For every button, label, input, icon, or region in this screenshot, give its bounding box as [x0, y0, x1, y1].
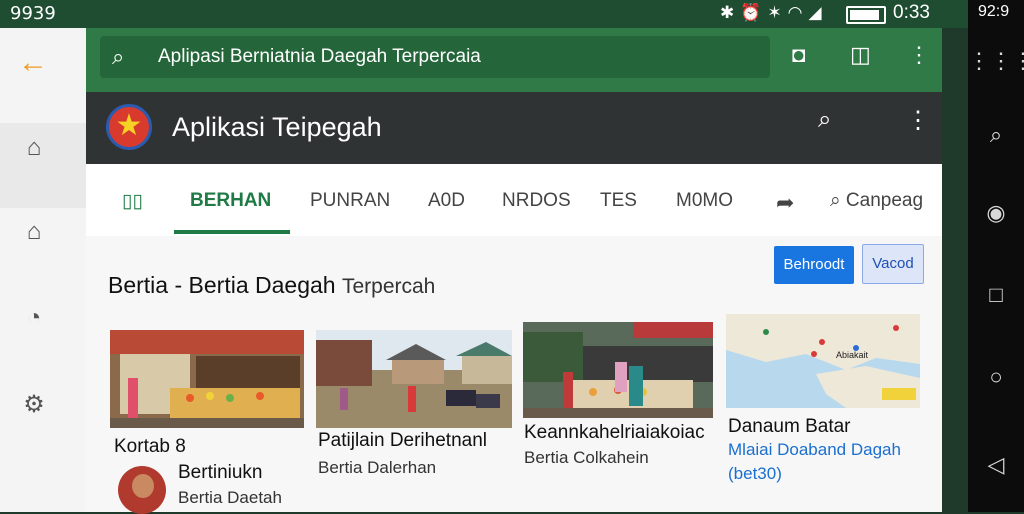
- record-icon[interactable]: ◉: [968, 200, 1024, 226]
- search-icon[interactable]: ⌕: [818, 106, 831, 134]
- card-1-extra: 8: [175, 436, 186, 457]
- search-icon[interactable]: ⌕: [968, 122, 1024, 148]
- market-vendor-photo: [523, 322, 713, 418]
- news-content: Bertia - Bertia Daegah Terpercah Behrood…: [86, 236, 942, 514]
- back-arrow-icon[interactable]: ←: [18, 46, 48, 80]
- primary-button[interactable]: Behroodt: [774, 246, 854, 284]
- right-panel-time: 92:9: [978, 3, 1010, 20]
- news-card-title-4[interactable]: Danaum Batar: [728, 416, 851, 438]
- news-card-text-3: Bertia Colkahein: [524, 448, 649, 467]
- home-icon[interactable]: ⌂: [18, 134, 50, 164]
- tab-tes[interactable]: TES: [600, 190, 637, 212]
- recents-square-icon[interactable]: □: [968, 282, 1024, 308]
- map-image: [726, 314, 920, 408]
- app-title: Aplikasi Teipegah: [172, 112, 382, 142]
- section-title-main: Bertia - Bertia Daegah: [108, 272, 336, 298]
- market-stall-photo: [110, 330, 304, 428]
- left-sidebar: ← ⌂ ⌂ ◔ ⚙: [0, 28, 86, 512]
- news-card-image-4[interactable]: Abiakait: [726, 314, 920, 408]
- tab-canpeag-label: Canpeag: [845, 190, 924, 211]
- news-card-title-2[interactable]: Patijlain Derihetnanl: [318, 430, 487, 452]
- news-card-extra-4: (bet30): [728, 464, 782, 483]
- news-card-text-1: Bertia Daetah: [178, 488, 282, 507]
- search-box[interactable]: ⌕ Aplipasi Berniatnia Daegah Terpercaia: [100, 36, 770, 78]
- bluetooth-icon: ✱: [720, 3, 741, 22]
- section-subtitle: Terpercah: [341, 275, 436, 298]
- battery-icon: [846, 6, 886, 24]
- village-street-photo: [316, 330, 512, 428]
- map-label: Abiakait: [836, 350, 869, 360]
- vibrate-icon: ✶: [767, 3, 788, 22]
- alarm-icon: ⏰: [740, 3, 768, 22]
- home-circle-icon[interactable]: ○: [968, 364, 1024, 390]
- house-icon[interactable]: ⌂: [18, 218, 50, 248]
- share-icon[interactable]: ➦: [776, 190, 794, 216]
- search-query[interactable]: Aplipasi Berniatnia Daegah Terpercaia: [158, 46, 481, 68]
- dashboard-icon[interactable]: ◔: [18, 304, 50, 334]
- news-card-text-4: Mlaiai Doaband Dagah: [728, 440, 901, 459]
- search-bar: ⌕ Aplipasi Berniatnia Daegah Terpercaia …: [86, 28, 942, 92]
- search-icon: ⌕: [830, 190, 846, 211]
- chat-icon[interactable]: ◫: [850, 42, 871, 68]
- news-card-title-3[interactable]: Keannkahelriaiakoiac: [524, 422, 705, 444]
- search-icon: ⌕: [112, 44, 125, 69]
- signal-icon: ◢: [808, 3, 828, 22]
- tab-a0d[interactable]: A0D: [428, 190, 465, 212]
- right-nav-panel: 92:9 ⋮⋮⋮ ⌕ ◉ □ ○ ◁: [968, 0, 1024, 512]
- tab-berhan[interactable]: BERHAN: [190, 190, 271, 212]
- battery-level: [850, 10, 879, 20]
- avatar-face: [132, 474, 154, 498]
- news-card-subtitle-1[interactable]: Bertiniukn: [178, 462, 263, 484]
- camera-icon[interactable]: ◘: [792, 42, 805, 68]
- wifi-icon: ◠: [787, 3, 809, 22]
- status-icons: ✱⏰✶◠◢: [720, 3, 828, 23]
- app-logo: ★: [106, 104, 152, 150]
- tab-canpeag-search[interactable]: ⌕ Canpeag: [830, 190, 923, 212]
- news-card-title-1[interactable]: Kortab 8: [114, 436, 186, 458]
- apps-grid-icon[interactable]: ⋮⋮⋮: [968, 48, 1024, 74]
- tab-punran[interactable]: PUNRAN: [310, 190, 390, 212]
- news-card-image-1[interactable]: [110, 330, 304, 428]
- news-card-text-2: Bertia Dalerhan: [318, 458, 437, 477]
- app-bar: ★ Aplikasi Teipegah ⌕ ⋮: [86, 92, 942, 164]
- more-vert-icon[interactable]: ⋮: [908, 42, 930, 68]
- status-time-left: 9939: [10, 3, 56, 24]
- news-card-image-3[interactable]: [523, 322, 713, 418]
- card-1-title: Kortab: [114, 436, 170, 457]
- author-avatar[interactable]: [118, 466, 166, 514]
- more-vert-icon[interactable]: ⋮: [906, 106, 930, 135]
- news-card-image-2[interactable]: [316, 330, 512, 428]
- book-icon[interactable]: ▯▯: [122, 190, 143, 213]
- active-tab-indicator: [174, 230, 290, 234]
- secondary-button[interactable]: Vacod: [862, 244, 924, 284]
- status-bar: 9939 ✱⏰✶◠◢ 0:33: [0, 0, 1024, 28]
- category-tabs: ▯▯ BERHAN PUNRAN A0D NRDOS TES M0MO ➦ ⌕ …: [86, 164, 942, 237]
- tab-nrdos[interactable]: NRDOS: [502, 190, 571, 212]
- settings-gear-icon[interactable]: ⚙: [18, 390, 50, 420]
- section-title: Bertia - Bertia Daegah Terpercah: [108, 272, 435, 299]
- status-time-right: 0:33: [893, 2, 930, 23]
- back-triangle-icon[interactable]: ◁: [968, 452, 1024, 478]
- tab-m0mo[interactable]: M0MO: [676, 190, 733, 212]
- star-icon: ★: [115, 109, 143, 142]
